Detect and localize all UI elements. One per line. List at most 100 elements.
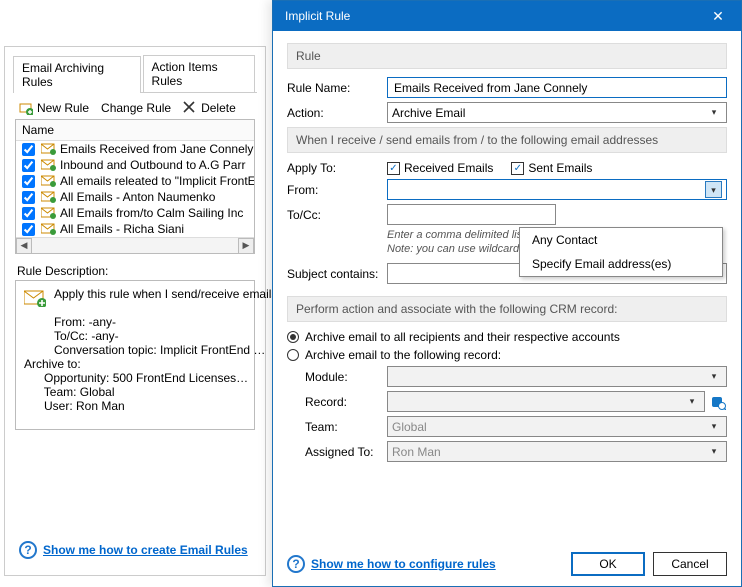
tocc-input[interactable] bbox=[387, 204, 556, 225]
new-rule-button[interactable]: New Rule bbox=[37, 101, 89, 115]
list-item[interactable]: All Emails from/to Calm Sailing Inc bbox=[16, 205, 254, 221]
from-dropdown-popup: Any Contact Specify Email address(es) bbox=[519, 227, 723, 277]
delete-icon bbox=[183, 101, 197, 115]
help-icon: ? bbox=[19, 541, 37, 559]
column-header-name[interactable]: Name bbox=[16, 120, 254, 141]
envelope-icon bbox=[41, 175, 56, 187]
chevron-down-icon: ▾ bbox=[684, 396, 700, 407]
envelope-icon bbox=[41, 159, 56, 171]
dropdown-item-any-contact[interactable]: Any Contact bbox=[520, 228, 722, 252]
ok-button[interactable]: OK bbox=[571, 552, 645, 576]
checkbox-label: Sent Emails bbox=[528, 161, 592, 175]
action-value: Archive Email bbox=[392, 106, 706, 120]
label-record: Record: bbox=[287, 395, 387, 409]
chevron-down-icon: ▾ bbox=[706, 446, 722, 457]
list-item[interactable]: All Emails - Richa Siani bbox=[16, 221, 254, 237]
help-link-configure[interactable]: Show me how to configure rules bbox=[311, 557, 496, 571]
dropdown-item-specify-email[interactable]: Specify Email address(es) bbox=[520, 252, 722, 276]
radio-all-recipients[interactable]: Archive email to all recipients and thei… bbox=[287, 330, 727, 344]
record-select[interactable]: ▾ bbox=[387, 391, 705, 412]
envelope-icon bbox=[41, 143, 56, 155]
check-icon: ✓ bbox=[511, 162, 524, 175]
desc-team: Team: Global bbox=[24, 385, 246, 399]
desc-user: User: Ron Man bbox=[24, 399, 246, 413]
help-link-row: ? Show me how to create Email Rules bbox=[19, 541, 248, 559]
new-rule-icon bbox=[19, 101, 33, 115]
checkbox-sent[interactable]: ✓ Sent Emails bbox=[511, 161, 592, 175]
team-value: Global bbox=[392, 420, 706, 434]
rule-checkbox[interactable] bbox=[22, 159, 35, 172]
horizontal-scrollbar[interactable]: ◀ ▶ bbox=[16, 237, 254, 253]
desc-from: From: -any- bbox=[24, 315, 246, 329]
rules-list: Name Emails Received from Jane Connely I… bbox=[15, 119, 255, 254]
section-perform: Perform action and associate with the fo… bbox=[287, 296, 727, 322]
scroll-left-icon[interactable]: ◀ bbox=[16, 238, 32, 254]
chevron-down-icon: ▾ bbox=[706, 107, 722, 118]
checkbox-received[interactable]: ✓ Received Emails bbox=[387, 161, 493, 175]
cancel-button[interactable]: Cancel bbox=[653, 552, 727, 576]
desc-apply: Apply this rule when I send/receive emai… bbox=[24, 287, 246, 301]
envelope-icon bbox=[41, 207, 56, 219]
dialog-title: Implicit Rule bbox=[285, 9, 703, 23]
toolbar: New Rule Change Rule Delete bbox=[5, 93, 265, 119]
section-rule: Rule bbox=[287, 43, 727, 69]
dialog-footer: ? Show me how to configure rules OK Canc… bbox=[287, 552, 727, 576]
radio-label: Archive email to all recipients and thei… bbox=[305, 330, 620, 344]
chevron-down-icon: ▾ bbox=[706, 371, 722, 382]
envelope-icon bbox=[41, 191, 56, 203]
radio-icon bbox=[287, 349, 299, 361]
desc-topic: Conversation topic: Implicit FrontEnd … bbox=[24, 343, 246, 357]
radio-following-record[interactable]: Archive email to the following record: bbox=[287, 348, 727, 362]
delete-button[interactable]: Delete bbox=[201, 101, 236, 115]
scroll-right-icon[interactable]: ▶ bbox=[238, 238, 254, 254]
envelope-icon bbox=[41, 223, 56, 235]
rule-checkbox[interactable] bbox=[22, 207, 35, 220]
list-item[interactable]: Inbound and Outbound to A.G Parr bbox=[16, 157, 254, 173]
team-select[interactable]: Global▾ bbox=[387, 416, 727, 437]
desc-opp: Opportunity: 500 FrontEnd Licenses… bbox=[24, 371, 246, 385]
assigned-select[interactable]: Ron Man▾ bbox=[387, 441, 727, 462]
list-item[interactable]: All Emails - Anton Naumenko bbox=[16, 189, 254, 205]
checkbox-label: Received Emails bbox=[404, 161, 493, 175]
label-assigned-to: Assigned To: bbox=[287, 445, 387, 459]
section-when: When I receive / send emails from / to t… bbox=[287, 127, 727, 153]
implicit-rule-dialog: Implicit Rule ✕ Rule Rule Name: Action: … bbox=[272, 0, 742, 587]
label-subject: Subject contains: bbox=[287, 267, 387, 281]
module-select[interactable]: ▾ bbox=[387, 366, 727, 387]
rule-checkbox[interactable] bbox=[22, 191, 35, 204]
tab-action-items[interactable]: Action Items Rules bbox=[143, 55, 255, 92]
radio-label: Archive email to the following record: bbox=[305, 348, 501, 362]
label-rule-name: Rule Name: bbox=[287, 81, 387, 95]
lookup-icon[interactable] bbox=[709, 393, 727, 411]
label-action: Action: bbox=[287, 106, 387, 120]
rules-list-body: Emails Received from Jane Connely Inboun… bbox=[16, 141, 254, 237]
rule-checkbox[interactable] bbox=[22, 143, 35, 156]
label-tocc: To/Cc: bbox=[287, 208, 387, 222]
desc-archive: Archive to: bbox=[24, 357, 246, 371]
list-item[interactable]: All emails releated to "Implicit FrontEn… bbox=[16, 173, 254, 189]
help-link[interactable]: Show me how to create Email Rules bbox=[43, 543, 248, 557]
check-icon: ✓ bbox=[387, 162, 400, 175]
help-icon: ? bbox=[287, 555, 305, 573]
from-select[interactable]: ▾ bbox=[387, 179, 727, 200]
action-select[interactable]: Archive Email ▾ bbox=[387, 102, 727, 123]
rule-checkbox[interactable] bbox=[22, 223, 35, 236]
rule-name: Inbound and Outbound to A.G Parr bbox=[60, 158, 245, 172]
rule-name: Emails Received from Jane Connely bbox=[60, 142, 253, 156]
tab-archiving[interactable]: Email Archiving Rules bbox=[13, 56, 141, 93]
assigned-value: Ron Man bbox=[392, 445, 706, 459]
label-module: Module: bbox=[287, 370, 387, 384]
dialog-titlebar[interactable]: Implicit Rule ✕ bbox=[273, 1, 741, 31]
desc-blank bbox=[24, 301, 246, 315]
rule-name-input[interactable] bbox=[387, 77, 727, 98]
close-icon[interactable]: ✕ bbox=[703, 8, 733, 25]
description-label: Rule Description: bbox=[17, 264, 253, 278]
rule-name: All Emails - Richa Siani bbox=[60, 222, 184, 236]
rule-checkbox[interactable] bbox=[22, 175, 35, 188]
envelope-icon bbox=[24, 289, 46, 307]
description-box: Apply this rule when I send/receive emai… bbox=[15, 280, 255, 430]
chevron-down-icon: ▾ bbox=[705, 181, 722, 198]
change-rule-button[interactable]: Change Rule bbox=[101, 101, 171, 115]
list-item[interactable]: Emails Received from Jane Connely bbox=[16, 141, 254, 157]
label-team: Team: bbox=[287, 420, 387, 434]
